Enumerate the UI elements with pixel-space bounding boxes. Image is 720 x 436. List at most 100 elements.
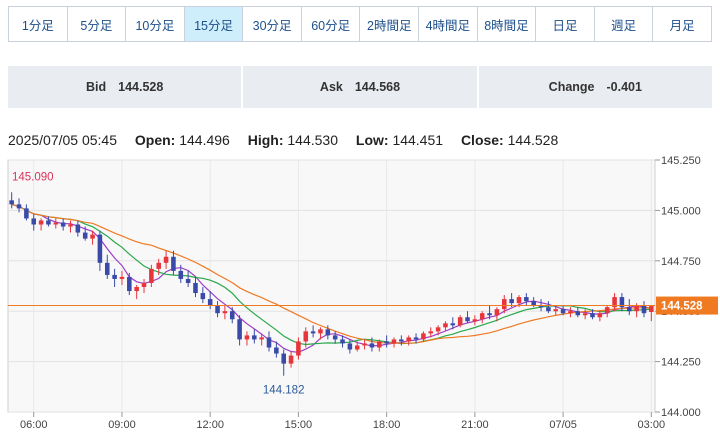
candle-body <box>435 327 441 332</box>
candle-body <box>597 313 603 318</box>
candlestick-chart[interactable]: 145.250145.000144.750144.500144.250144.0… <box>0 150 720 436</box>
candle-body <box>259 337 264 340</box>
tab-12[interactable]: 月足 <box>652 7 711 41</box>
x-tick-label: 21:00 <box>461 419 489 431</box>
tab-7[interactable]: 2時間足 <box>359 7 419 41</box>
candle-body <box>24 208 29 219</box>
candle-body <box>340 339 345 344</box>
candle-body <box>229 311 235 320</box>
change-label: Change <box>548 80 595 94</box>
candle-body <box>649 305 654 313</box>
candle-body <box>546 307 551 312</box>
ohlc-info: 2025/07/05 05:45 Open: 144.496 High: 144… <box>8 132 572 148</box>
ask-cell: Ask 144.568 <box>241 66 477 108</box>
y-tick-label: 144.750 <box>661 256 701 268</box>
tab-5[interactable]: 30分足 <box>242 7 301 41</box>
ask-value: 144.568 <box>354 80 401 94</box>
tab-3[interactable]: 10分足 <box>125 7 184 41</box>
x-tick-label: 18:00 <box>373 419 401 431</box>
candle-body <box>68 224 73 227</box>
low-label: Low: <box>355 132 389 148</box>
candle-body <box>487 313 492 316</box>
change-value: -0.401 <box>606 80 642 94</box>
candle-body <box>244 335 250 340</box>
candle-body <box>494 309 500 316</box>
x-tick-label: 15:00 <box>285 419 313 431</box>
tab-9[interactable]: 8時間足 <box>476 7 536 41</box>
tab-8[interactable]: 4時間足 <box>418 7 477 41</box>
candle-body <box>516 297 522 304</box>
candle-body <box>553 309 559 312</box>
tab-4[interactable]: 15分足 <box>183 7 243 41</box>
close-value: 144.528 <box>507 132 559 148</box>
y-tick-label: 145.250 <box>661 155 701 167</box>
candle-body <box>97 234 103 263</box>
candle-body <box>560 309 566 314</box>
candle-body <box>207 299 213 306</box>
candle-body <box>149 268 154 283</box>
open-label: Open: <box>134 132 176 148</box>
candle-body <box>53 222 59 225</box>
candle-body <box>325 329 331 336</box>
high-label: High: <box>247 132 284 148</box>
candle-body <box>38 220 44 225</box>
candle-body <box>626 307 632 312</box>
candle-body <box>82 232 88 239</box>
bid-value: 144.528 <box>118 80 164 94</box>
candle-body <box>178 270 184 279</box>
y-tick-label: 145.000 <box>661 205 701 217</box>
candle-body <box>568 311 573 314</box>
bid-cell: Bid 144.528 <box>8 66 242 108</box>
change-cell: Change -0.401 <box>476 66 712 108</box>
candle-body <box>200 293 206 300</box>
candle-body <box>501 299 507 310</box>
candle-body <box>215 305 220 314</box>
candle-body <box>634 305 639 312</box>
candle-body <box>450 323 456 326</box>
low-value: 144.451 <box>392 132 444 148</box>
tab-1[interactable]: 1分足 <box>9 7 67 41</box>
candle-body <box>472 319 478 322</box>
x-tick-label: 09:00 <box>108 419 136 431</box>
candle-body <box>237 319 242 340</box>
candle-body <box>413 337 419 340</box>
candle-body <box>90 234 95 239</box>
candle-body <box>134 287 139 292</box>
tab-2[interactable]: 5分足 <box>66 7 126 41</box>
low-annotation: 144.182 <box>263 385 305 397</box>
candle-body <box>119 276 125 279</box>
candle-body <box>428 331 434 334</box>
candle-body <box>16 204 22 209</box>
candle-body <box>281 353 286 364</box>
candle-body <box>641 305 647 314</box>
candle-body <box>465 317 470 322</box>
candle-body <box>457 317 463 326</box>
candle-body <box>354 345 360 350</box>
x-tick-label: 03:00 <box>638 419 666 431</box>
candle-body <box>391 339 397 344</box>
open-value: 144.496 <box>179 132 230 148</box>
candle-body <box>31 218 37 225</box>
candle-body <box>252 335 257 340</box>
y-tick-label: 144.000 <box>661 407 701 419</box>
candle-body <box>156 262 162 269</box>
tab-6[interactable]: 60分足 <box>300 7 360 41</box>
close-label: Close: <box>460 132 504 148</box>
ohlc-datetime: 2025/07/05 05:45 <box>8 132 117 148</box>
x-tick-label: 07/05 <box>549 419 577 431</box>
candle-body <box>421 333 426 340</box>
tab-10[interactable]: 日足 <box>535 7 594 41</box>
y-tick-label: 144.250 <box>661 357 701 369</box>
candle-body <box>288 355 294 364</box>
x-tick-label: 12:00 <box>196 419 224 431</box>
candle-body <box>369 343 375 348</box>
candle-body <box>141 282 147 288</box>
candle-body <box>399 339 404 342</box>
candle-body <box>347 343 353 350</box>
candle-body <box>479 313 485 320</box>
candle-body <box>127 276 132 292</box>
candle-body <box>362 343 367 346</box>
x-tick-label: 06:00 <box>20 419 48 431</box>
tab-11[interactable]: 週足 <box>593 7 653 41</box>
candle-body <box>590 313 595 318</box>
